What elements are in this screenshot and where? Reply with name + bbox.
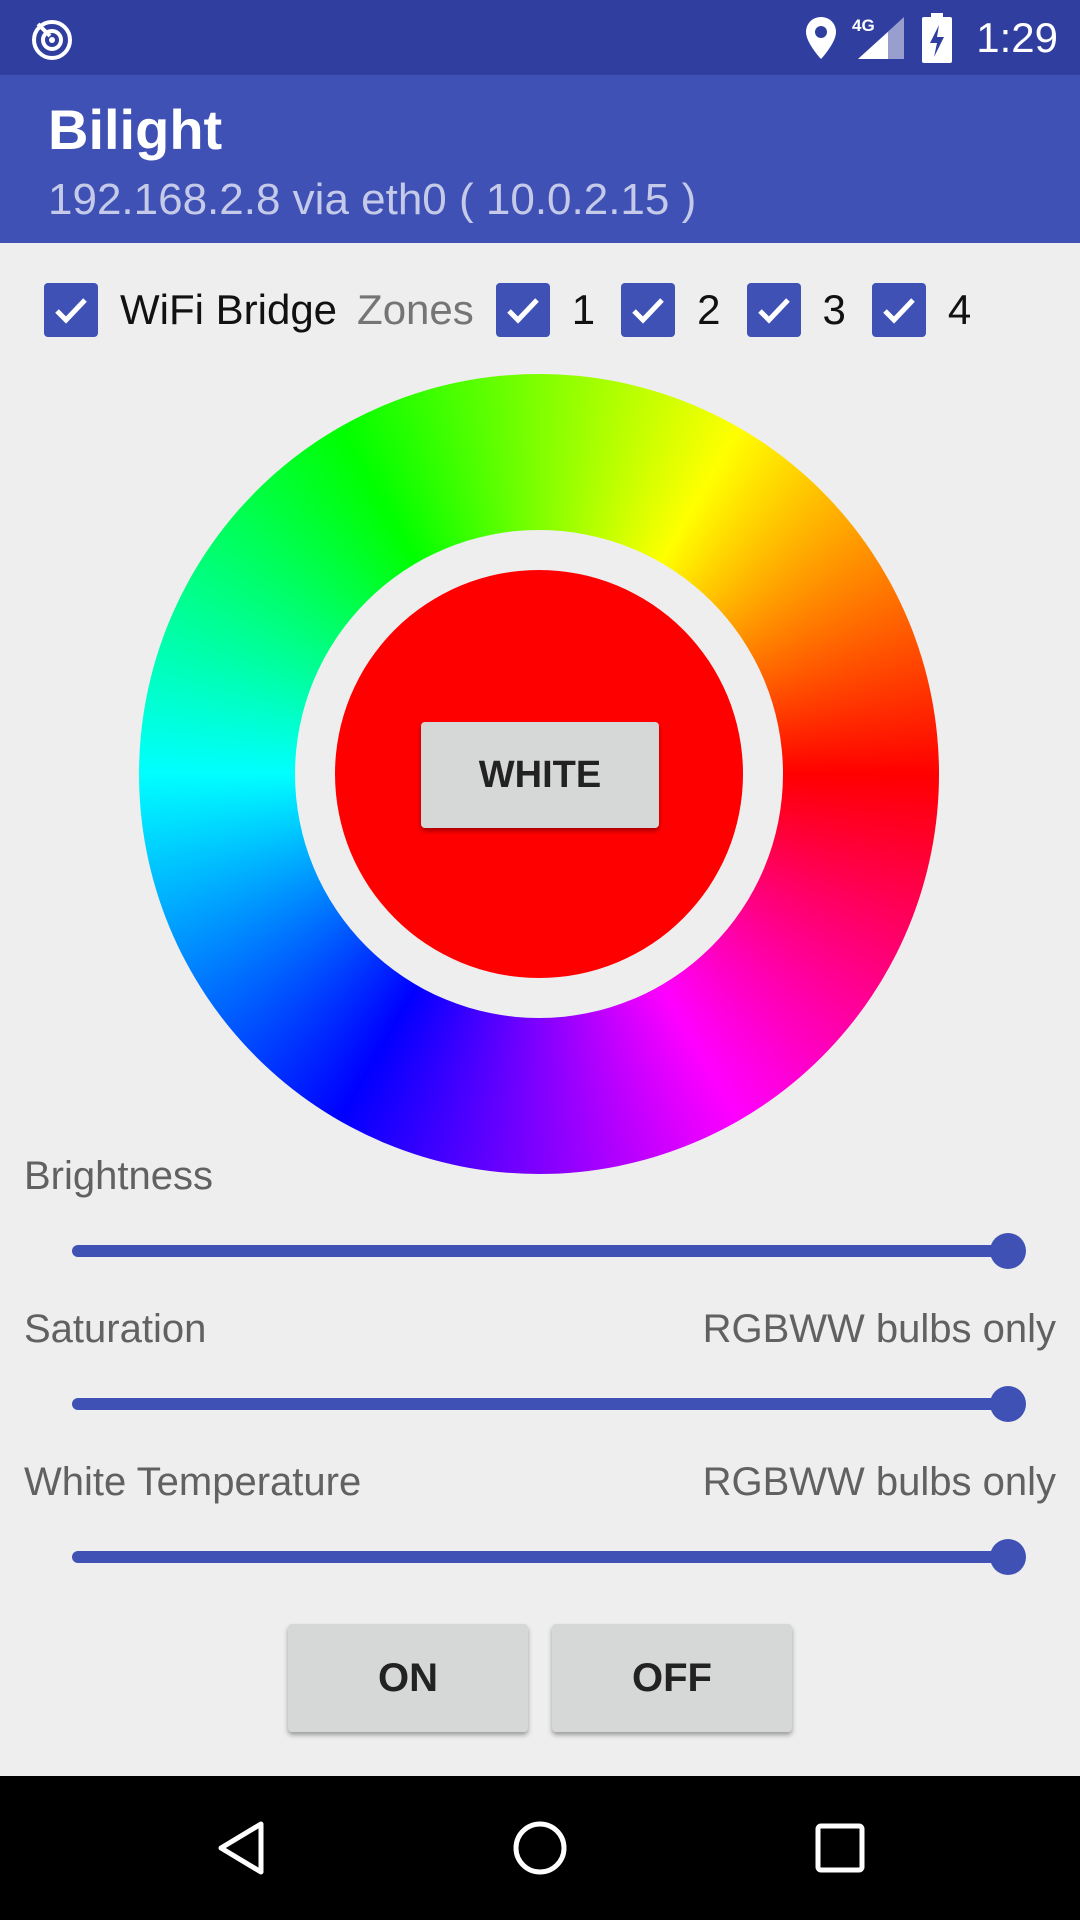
home-button[interactable] <box>505 1816 575 1880</box>
zone-4-label: 4 <box>947 286 972 333</box>
zone-1-label: 1 <box>571 286 596 333</box>
status-time: 1:29 <box>976 13 1058 61</box>
check-icon <box>757 298 790 324</box>
recents-button[interactable] <box>805 1816 875 1880</box>
zones-label: Zones <box>357 286 474 333</box>
network-type-label: 4G <box>852 16 875 35</box>
zone-3-checkbox[interactable] <box>746 283 801 337</box>
zone-item-1: 1 <box>495 283 596 337</box>
off-button[interactable]: OFF <box>552 1624 792 1732</box>
zone-2-label: 2 <box>697 286 721 333</box>
zone-item-4: 4 <box>871 283 972 337</box>
check-icon <box>507 298 539 324</box>
check-icon <box>883 298 915 324</box>
color-wheel: WHITE <box>139 374 939 1174</box>
zone-2-checkbox[interactable] <box>621 283 676 337</box>
saturation-slider[interactable] <box>72 1398 1008 1410</box>
zone-1-checkbox[interactable] <box>495 283 550 337</box>
on-button[interactable]: ON <box>288 1624 528 1732</box>
saturation-note: RGBWW bulbs only <box>702 1307 1056 1351</box>
back-button[interactable] <box>206 1816 276 1880</box>
saturation-slider-thumb[interactable] <box>990 1386 1026 1422</box>
zones-row: WiFi Bridge Zones 1 2 3 4 <box>44 280 997 340</box>
zone-4-checkbox[interactable] <box>871 283 926 337</box>
recents-icon <box>815 1823 865 1873</box>
white-temperature-slider[interactable] <box>72 1551 1008 1563</box>
location-icon <box>804 15 838 61</box>
check-icon <box>55 298 87 324</box>
white-temperature-note: RGBWW bulbs only <box>702 1460 1056 1504</box>
white-button[interactable]: WHITE <box>421 722 659 828</box>
brightness-slider[interactable] <box>72 1245 1008 1257</box>
app-notification-icon <box>32 20 72 60</box>
home-icon <box>513 1821 567 1875</box>
app-title: Bilight <box>48 98 223 161</box>
status-bar: 4G 1:29 <box>0 0 1080 75</box>
zone-item-2: 2 <box>621 283 721 337</box>
wifi-bridge-checkbox[interactable] <box>44 283 98 337</box>
saturation-label: Saturation <box>24 1307 207 1351</box>
brightness-slider-thumb[interactable] <box>990 1233 1026 1269</box>
brightness-label: Brightness <box>24 1154 213 1198</box>
white-temperature-slider-thumb[interactable] <box>990 1539 1026 1575</box>
battery-charging-icon <box>922 12 953 63</box>
white-temperature-label: White Temperature <box>24 1460 362 1504</box>
wifi-bridge-label: WiFi Bridge <box>120 286 338 333</box>
back-icon <box>218 1821 264 1875</box>
zone-3-label: 3 <box>822 286 846 333</box>
signal-icon: 4G <box>852 15 908 61</box>
navigation-bar <box>0 1776 1080 1920</box>
zone-item-3: 3 <box>746 283 846 337</box>
check-icon <box>632 298 664 324</box>
app-subtitle: 192.168.2.8 via eth0 ( 10.0.2.15 ) <box>48 175 697 224</box>
app-bar: Bilight 192.168.2.8 via eth0 ( 10.0.2.15… <box>0 75 1080 243</box>
